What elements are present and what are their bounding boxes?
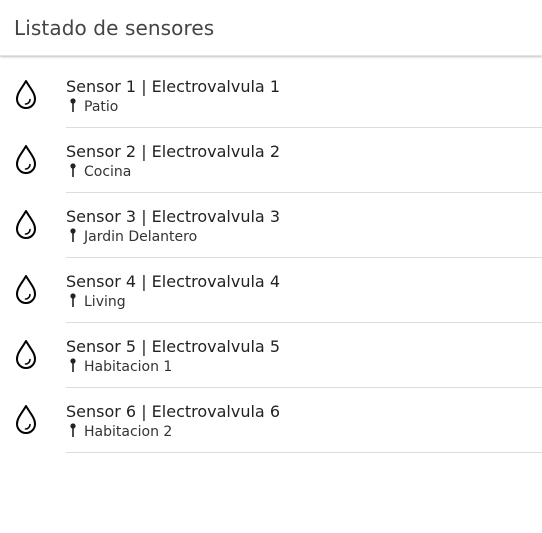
sensor-item-content: Sensor 2 | Electrovalvula 2 Cocina bbox=[66, 128, 542, 193]
sensor-item-content: Sensor 1 | Electrovalvula 1 Patio bbox=[66, 63, 542, 128]
pin-icon bbox=[70, 293, 76, 307]
water-drop-icon bbox=[16, 275, 36, 304]
sensor-list-item[interactable]: Sensor 2 | Electrovalvula 2 Cocina bbox=[0, 128, 542, 193]
sensor-title: Sensor 5 | Electrovalvula 5 bbox=[66, 337, 280, 356]
water-drop-icon bbox=[16, 210, 36, 239]
sensor-list-item[interactable]: Sensor 5 | Electrovalvula 5 Habitacion 1 bbox=[0, 323, 542, 388]
pin-icon bbox=[70, 228, 76, 242]
sensor-list: Sensor 1 | Electrovalvula 1 Patio Sensor… bbox=[0, 63, 542, 453]
sensor-location-text: Habitacion 1 bbox=[84, 359, 173, 375]
pin-icon bbox=[70, 358, 76, 372]
water-drop-icon bbox=[16, 405, 36, 434]
sensor-list-item[interactable]: Sensor 6 | Electrovalvula 6 Habitacion 2 bbox=[0, 388, 542, 453]
water-drop-icon bbox=[16, 340, 36, 369]
sensor-list-item[interactable]: Sensor 4 | Electrovalvula 4 Living bbox=[0, 258, 542, 323]
pin-icon bbox=[70, 163, 76, 177]
sensor-title: Sensor 4 | Electrovalvula 4 bbox=[66, 272, 280, 291]
page-title: Listado de sensores bbox=[14, 16, 215, 40]
sensor-location-text: Living bbox=[84, 294, 126, 310]
sensor-title: Sensor 2 | Electrovalvula 2 bbox=[66, 142, 280, 161]
sensor-title: Sensor 1 | Electrovalvula 1 bbox=[66, 77, 280, 96]
sensor-location-text: Jardin Delantero bbox=[84, 229, 198, 245]
sensor-location-text: Patio bbox=[84, 99, 119, 115]
app-toolbar: Listado de sensores bbox=[0, 0, 542, 56]
sensor-item-content: Sensor 4 | Electrovalvula 4 Living bbox=[66, 258, 542, 323]
pin-icon bbox=[70, 423, 76, 437]
sensor-list-item[interactable]: Sensor 1 | Electrovalvula 1 Patio bbox=[0, 63, 542, 128]
sensor-item-content: Sensor 5 | Electrovalvula 5 Habitacion 1 bbox=[66, 323, 542, 388]
sensor-list-item[interactable]: Sensor 3 | Electrovalvula 3 Jardin Delan… bbox=[0, 193, 542, 258]
water-drop-icon bbox=[16, 145, 36, 174]
sensor-item-content: Sensor 6 | Electrovalvula 6 Habitacion 2 bbox=[66, 388, 542, 453]
sensor-location-text: Habitacion 2 bbox=[84, 424, 173, 440]
sensor-location-text: Cocina bbox=[84, 164, 132, 180]
sensor-title: Sensor 6 | Electrovalvula 6 bbox=[66, 402, 280, 421]
sensor-title: Sensor 3 | Electrovalvula 3 bbox=[66, 207, 280, 226]
water-drop-icon bbox=[16, 80, 36, 109]
sensor-item-content: Sensor 3 | Electrovalvula 3 Jardin Delan… bbox=[66, 193, 542, 258]
pin-icon bbox=[70, 98, 76, 112]
